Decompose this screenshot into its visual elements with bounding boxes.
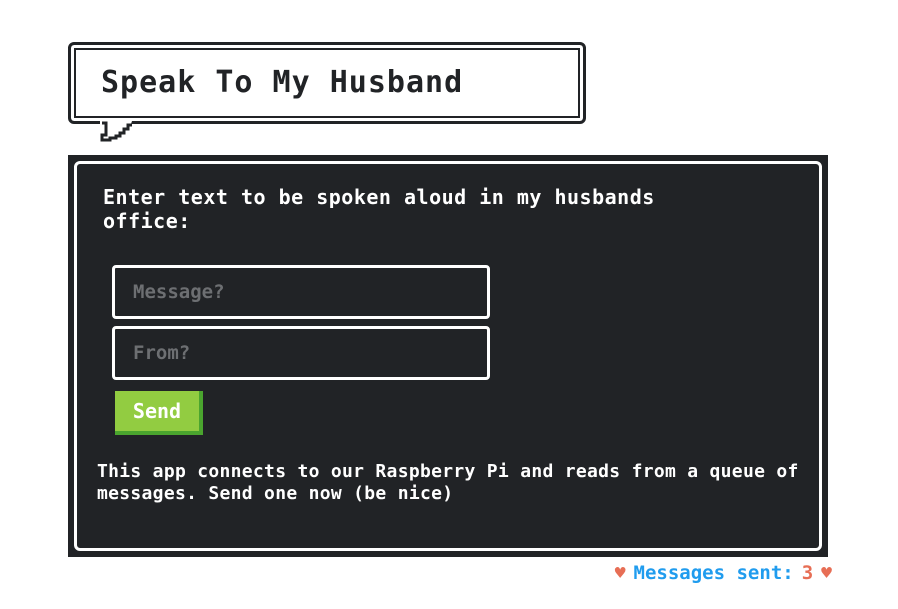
heart-icon: ♥ bbox=[821, 562, 832, 584]
messages-sent-counter: ♥ Messages sent: 3 ♥ bbox=[615, 562, 832, 584]
title-speech-bubble: Speak To My Husband bbox=[68, 42, 586, 124]
from-input[interactable] bbox=[112, 326, 490, 380]
counter-value: 3 bbox=[801, 562, 814, 584]
speech-bubble-tail bbox=[100, 121, 132, 142]
page-title: Speak To My Husband bbox=[101, 65, 464, 100]
heart-icon: ♥ bbox=[614, 562, 626, 584]
counter-label: Messages sent: bbox=[633, 562, 794, 584]
message-panel: Enter text to be spoken aloud in my husb… bbox=[68, 155, 828, 557]
app-description: This app connects to our Raspberry Pi an… bbox=[97, 461, 799, 504]
message-input[interactable] bbox=[112, 265, 490, 319]
send-button[interactable]: Send bbox=[115, 391, 203, 435]
intro-text: Enter text to be spoken aloud in my husb… bbox=[103, 185, 655, 233]
